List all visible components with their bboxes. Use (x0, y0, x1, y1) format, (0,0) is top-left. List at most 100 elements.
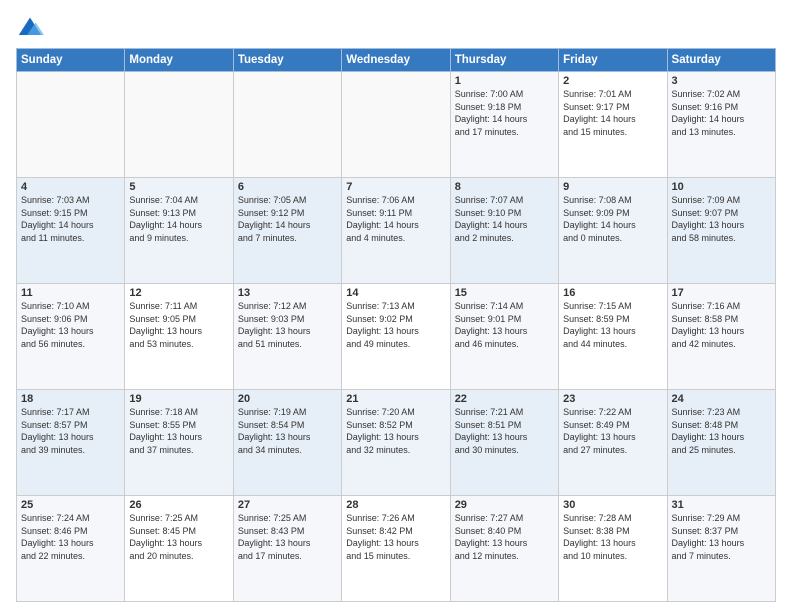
calendar-cell: 4Sunrise: 7:03 AM Sunset: 9:15 PM Daylig… (17, 178, 125, 284)
calendar-week-1: 1Sunrise: 7:00 AM Sunset: 9:18 PM Daylig… (17, 72, 776, 178)
day-number: 15 (455, 287, 554, 299)
calendar-cell: 16Sunrise: 7:15 AM Sunset: 8:59 PM Dayli… (559, 284, 667, 390)
calendar-cell: 6Sunrise: 7:05 AM Sunset: 9:12 PM Daylig… (233, 178, 341, 284)
calendar-cell: 18Sunrise: 7:17 AM Sunset: 8:57 PM Dayli… (17, 390, 125, 496)
day-number: 1 (455, 75, 554, 87)
calendar-cell: 30Sunrise: 7:28 AM Sunset: 8:38 PM Dayli… (559, 496, 667, 602)
day-info: Sunrise: 7:14 AM Sunset: 9:01 PM Dayligh… (455, 300, 554, 350)
day-number: 17 (672, 287, 771, 299)
day-info: Sunrise: 7:03 AM Sunset: 9:15 PM Dayligh… (21, 194, 120, 244)
logo (16, 14, 46, 42)
calendar-cell: 31Sunrise: 7:29 AM Sunset: 8:37 PM Dayli… (667, 496, 775, 602)
day-number: 10 (672, 181, 771, 193)
day-info: Sunrise: 7:23 AM Sunset: 8:48 PM Dayligh… (672, 406, 771, 456)
calendar-cell: 8Sunrise: 7:07 AM Sunset: 9:10 PM Daylig… (450, 178, 558, 284)
calendar-cell: 11Sunrise: 7:10 AM Sunset: 9:06 PM Dayli… (17, 284, 125, 390)
day-number: 16 (563, 287, 662, 299)
calendar-cell: 3Sunrise: 7:02 AM Sunset: 9:16 PM Daylig… (667, 72, 775, 178)
day-info: Sunrise: 7:02 AM Sunset: 9:16 PM Dayligh… (672, 88, 771, 138)
logo-icon (16, 14, 44, 42)
day-info: Sunrise: 7:17 AM Sunset: 8:57 PM Dayligh… (21, 406, 120, 456)
calendar: SundayMondayTuesdayWednesdayThursdayFrid… (16, 48, 776, 602)
day-number: 31 (672, 499, 771, 511)
calendar-week-2: 4Sunrise: 7:03 AM Sunset: 9:15 PM Daylig… (17, 178, 776, 284)
calendar-week-4: 18Sunrise: 7:17 AM Sunset: 8:57 PM Dayli… (17, 390, 776, 496)
day-number: 18 (21, 393, 120, 405)
calendar-cell: 28Sunrise: 7:26 AM Sunset: 8:42 PM Dayli… (342, 496, 450, 602)
day-number: 6 (238, 181, 337, 193)
calendar-cell: 14Sunrise: 7:13 AM Sunset: 9:02 PM Dayli… (342, 284, 450, 390)
calendar-cell: 2Sunrise: 7:01 AM Sunset: 9:17 PM Daylig… (559, 72, 667, 178)
day-number: 13 (238, 287, 337, 299)
day-info: Sunrise: 7:20 AM Sunset: 8:52 PM Dayligh… (346, 406, 445, 456)
day-info: Sunrise: 7:10 AM Sunset: 9:06 PM Dayligh… (21, 300, 120, 350)
page: SundayMondayTuesdayWednesdayThursdayFrid… (0, 0, 792, 612)
calendar-cell (125, 72, 233, 178)
day-number: 14 (346, 287, 445, 299)
day-number: 5 (129, 181, 228, 193)
calendar-cell: 26Sunrise: 7:25 AM Sunset: 8:45 PM Dayli… (125, 496, 233, 602)
day-number: 20 (238, 393, 337, 405)
calendar-cell (233, 72, 341, 178)
calendar-cell: 21Sunrise: 7:20 AM Sunset: 8:52 PM Dayli… (342, 390, 450, 496)
day-info: Sunrise: 7:18 AM Sunset: 8:55 PM Dayligh… (129, 406, 228, 456)
calendar-cell: 20Sunrise: 7:19 AM Sunset: 8:54 PM Dayli… (233, 390, 341, 496)
day-info: Sunrise: 7:05 AM Sunset: 9:12 PM Dayligh… (238, 194, 337, 244)
calendar-cell (17, 72, 125, 178)
day-info: Sunrise: 7:27 AM Sunset: 8:40 PM Dayligh… (455, 512, 554, 562)
calendar-cell: 17Sunrise: 7:16 AM Sunset: 8:58 PM Dayli… (667, 284, 775, 390)
day-info: Sunrise: 7:25 AM Sunset: 8:45 PM Dayligh… (129, 512, 228, 562)
day-number: 8 (455, 181, 554, 193)
calendar-cell: 19Sunrise: 7:18 AM Sunset: 8:55 PM Dayli… (125, 390, 233, 496)
day-number: 12 (129, 287, 228, 299)
calendar-cell: 7Sunrise: 7:06 AM Sunset: 9:11 PM Daylig… (342, 178, 450, 284)
weekday-header-saturday: Saturday (667, 49, 775, 72)
day-number: 28 (346, 499, 445, 511)
calendar-cell: 10Sunrise: 7:09 AM Sunset: 9:07 PM Dayli… (667, 178, 775, 284)
day-info: Sunrise: 7:13 AM Sunset: 9:02 PM Dayligh… (346, 300, 445, 350)
day-info: Sunrise: 7:11 AM Sunset: 9:05 PM Dayligh… (129, 300, 228, 350)
day-info: Sunrise: 7:22 AM Sunset: 8:49 PM Dayligh… (563, 406, 662, 456)
calendar-cell: 27Sunrise: 7:25 AM Sunset: 8:43 PM Dayli… (233, 496, 341, 602)
calendar-cell: 25Sunrise: 7:24 AM Sunset: 8:46 PM Dayli… (17, 496, 125, 602)
day-info: Sunrise: 7:21 AM Sunset: 8:51 PM Dayligh… (455, 406, 554, 456)
day-number: 26 (129, 499, 228, 511)
day-info: Sunrise: 7:01 AM Sunset: 9:17 PM Dayligh… (563, 88, 662, 138)
day-info: Sunrise: 7:12 AM Sunset: 9:03 PM Dayligh… (238, 300, 337, 350)
weekday-header-friday: Friday (559, 49, 667, 72)
day-info: Sunrise: 7:19 AM Sunset: 8:54 PM Dayligh… (238, 406, 337, 456)
day-number: 7 (346, 181, 445, 193)
day-number: 3 (672, 75, 771, 87)
day-number: 27 (238, 499, 337, 511)
day-number: 24 (672, 393, 771, 405)
calendar-cell: 24Sunrise: 7:23 AM Sunset: 8:48 PM Dayli… (667, 390, 775, 496)
weekday-header-row: SundayMondayTuesdayWednesdayThursdayFrid… (17, 49, 776, 72)
day-info: Sunrise: 7:24 AM Sunset: 8:46 PM Dayligh… (21, 512, 120, 562)
day-info: Sunrise: 7:08 AM Sunset: 9:09 PM Dayligh… (563, 194, 662, 244)
day-number: 29 (455, 499, 554, 511)
header (16, 10, 776, 42)
calendar-week-3: 11Sunrise: 7:10 AM Sunset: 9:06 PM Dayli… (17, 284, 776, 390)
calendar-cell: 9Sunrise: 7:08 AM Sunset: 9:09 PM Daylig… (559, 178, 667, 284)
calendar-cell: 12Sunrise: 7:11 AM Sunset: 9:05 PM Dayli… (125, 284, 233, 390)
day-info: Sunrise: 7:06 AM Sunset: 9:11 PM Dayligh… (346, 194, 445, 244)
day-info: Sunrise: 7:28 AM Sunset: 8:38 PM Dayligh… (563, 512, 662, 562)
day-number: 21 (346, 393, 445, 405)
day-number: 11 (21, 287, 120, 299)
day-info: Sunrise: 7:15 AM Sunset: 8:59 PM Dayligh… (563, 300, 662, 350)
day-number: 2 (563, 75, 662, 87)
calendar-cell (342, 72, 450, 178)
day-number: 25 (21, 499, 120, 511)
day-number: 22 (455, 393, 554, 405)
day-info: Sunrise: 7:26 AM Sunset: 8:42 PM Dayligh… (346, 512, 445, 562)
weekday-header-wednesday: Wednesday (342, 49, 450, 72)
day-info: Sunrise: 7:16 AM Sunset: 8:58 PM Dayligh… (672, 300, 771, 350)
weekday-header-sunday: Sunday (17, 49, 125, 72)
day-number: 30 (563, 499, 662, 511)
weekday-header-tuesday: Tuesday (233, 49, 341, 72)
calendar-cell: 5Sunrise: 7:04 AM Sunset: 9:13 PM Daylig… (125, 178, 233, 284)
day-number: 19 (129, 393, 228, 405)
day-info: Sunrise: 7:29 AM Sunset: 8:37 PM Dayligh… (672, 512, 771, 562)
day-info: Sunrise: 7:00 AM Sunset: 9:18 PM Dayligh… (455, 88, 554, 138)
weekday-header-monday: Monday (125, 49, 233, 72)
